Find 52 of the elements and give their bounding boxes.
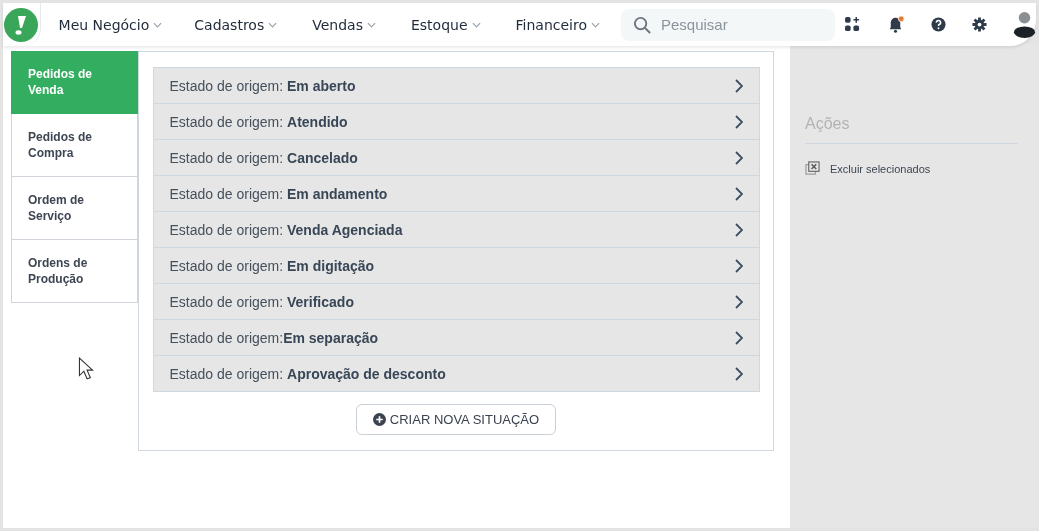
state-row[interactable]: Estado de origem: Verificado — [153, 284, 759, 320]
state-row[interactable]: Estado de origem: Aprovação de desconto — [153, 356, 759, 391]
state-row[interactable]: Estado de origem:Em separação — [153, 320, 759, 356]
state-label: Estado de origem: Em digitação — [169, 257, 375, 274]
menu-button[interactable]: Vendas — [312, 16, 390, 33]
avatar-icon[interactable] — [1013, 11, 1036, 38]
chevron-down-icon — [471, 21, 481, 28]
chevron-down-icon — [591, 21, 600, 28]
state-row[interactable]: Estado de origem: Cancelado — [153, 140, 759, 176]
menu-button[interactable]: Cadastros — [194, 16, 292, 33]
chevron-right-icon — [734, 78, 743, 93]
search-field[interactable]: Pesquisar — [621, 8, 835, 41]
apps-icon[interactable] — [845, 17, 860, 32]
chevron-right-icon — [734, 294, 743, 309]
chevron-right-icon — [734, 330, 743, 345]
help-icon[interactable] — [931, 17, 946, 32]
action-link[interactable]: Excluir selecionados — [805, 161, 931, 176]
sidebar-tab[interactable]: Pedidos de Compra — [11, 114, 138, 177]
chevron-down-icon — [366, 21, 376, 28]
menu-button[interactable]: Financeiro — [515, 16, 614, 33]
delete-selection-icon — [805, 161, 820, 176]
chevron-right-icon — [734, 258, 743, 273]
state-label: Estado de origem:Em separação — [169, 329, 379, 346]
state-row[interactable]: Estado de origem: Em andamento — [153, 176, 759, 212]
state-label: Estado de origem: Em andamento — [169, 185, 388, 202]
logo-icon[interactable] — [4, 7, 39, 42]
state-label: Estado de origem: Aprovação de desconto — [169, 365, 446, 382]
sidebar-tab[interactable]: Ordem de Serviço — [11, 177, 138, 240]
chevron-down-icon — [268, 21, 278, 28]
mouse-cursor-icon — [78, 357, 94, 381]
chevron-right-icon — [734, 150, 743, 165]
state-label: Estado de origem: Em aberto — [169, 77, 356, 94]
state-label: Estado de origem: Verificado — [169, 293, 354, 310]
plus-circle-icon — [372, 413, 386, 426]
state-label: Estado de origem: Venda Agenciada — [169, 221, 403, 238]
settings-icon[interactable] — [972, 17, 987, 32]
menu-button[interactable]: Meu Negócio — [58, 16, 177, 33]
state-row[interactable]: Estado de origem: Em aberto — [153, 68, 759, 104]
state-row[interactable]: Estado de origem: Venda Agenciada — [153, 212, 759, 248]
chevron-right-icon — [734, 222, 743, 237]
chevron-down-icon — [153, 21, 163, 28]
menu-button[interactable]: Estoque — [410, 16, 495, 33]
state-label: Estado de origem: Atendido — [169, 113, 348, 130]
chevron-right-icon — [734, 186, 743, 201]
chevron-right-icon — [734, 366, 743, 381]
chevron-right-icon — [734, 114, 743, 129]
state-row[interactable]: Estado de origem: Em digitação — [153, 248, 759, 284]
search-icon — [633, 15, 652, 35]
state-label: Estado de origem: Cancelado — [169, 149, 358, 166]
create-button[interactable]: CRIAR NOVA SITUAÇÃO — [355, 404, 557, 435]
state-row[interactable]: Estado de origem: Atendido — [153, 104, 759, 140]
sidebar-tab[interactable]: Ordens de Produção — [11, 240, 138, 303]
